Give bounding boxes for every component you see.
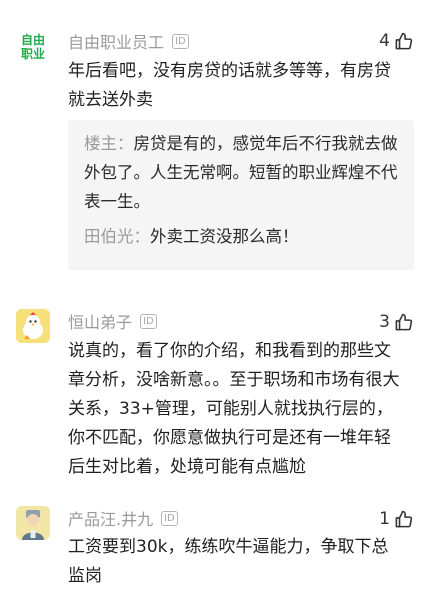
username[interactable]: 产品汪.井九 ID xyxy=(68,506,178,530)
comment-text: 说真的，看了你的介绍，和我看到的那些文章分析，没啥新意。。至于职场和市场有很大关… xyxy=(68,341,400,477)
username-text: 产品汪.井九 xyxy=(68,510,154,529)
avatar[interactable] xyxy=(16,506,50,540)
like-count: 3 xyxy=(379,312,390,332)
chick-avatar-icon xyxy=(16,309,50,343)
reply-author[interactable]: 田伯光： xyxy=(84,227,150,246)
thumbs-up-icon xyxy=(395,32,413,49)
reply-item: 楼主：房贷是有的，感觉年后不行我就去做外包了。人生无常啊。短暂的职业辉煌不代表一… xyxy=(84,129,398,216)
like-button[interactable]: 3 xyxy=(379,312,413,332)
reply-author[interactable]: 楼主： xyxy=(84,134,134,153)
like-button[interactable]: 1 xyxy=(379,509,413,529)
id-badge: ID xyxy=(140,313,157,329)
comment-text: 工资要到30k，练练吹牛逼能力，争取下总监岗 xyxy=(68,537,389,586)
thumbs-up-icon xyxy=(395,313,413,330)
thumbs-up-icon xyxy=(395,510,413,527)
avatar-logo-text: 职业 xyxy=(20,47,45,61)
like-count: 4 xyxy=(379,31,390,51)
avatar[interactable] xyxy=(16,309,50,343)
avatar[interactable]: 自由 职业 xyxy=(16,30,50,64)
avatar-logo-text: 自由 xyxy=(20,33,45,47)
username-text: 恒山弟子 xyxy=(68,313,133,332)
reply-text: 外卖工资没那么高！ xyxy=(150,227,299,246)
like-button[interactable]: 4 xyxy=(379,31,413,51)
reply-box: 楼主：房贷是有的，感觉年后不行我就去做外包了。人生无常啊。短暂的职业辉煌不代表一… xyxy=(68,120,414,270)
username-text: 自由职业员工 xyxy=(68,33,165,52)
like-count: 1 xyxy=(379,509,390,529)
comment-text: 年后看吧，没有房贷的话就多等等，有房贷就去送外卖 xyxy=(68,61,391,110)
person-avatar-icon xyxy=(16,506,50,540)
username[interactable]: 恒山弟子 ID xyxy=(68,309,157,333)
username[interactable]: 自由职业员工 ID xyxy=(68,29,189,53)
id-badge: ID xyxy=(161,510,178,526)
id-badge: ID xyxy=(172,33,189,49)
reply-item: 田伯光：外卖工资没那么高！ xyxy=(84,222,398,251)
